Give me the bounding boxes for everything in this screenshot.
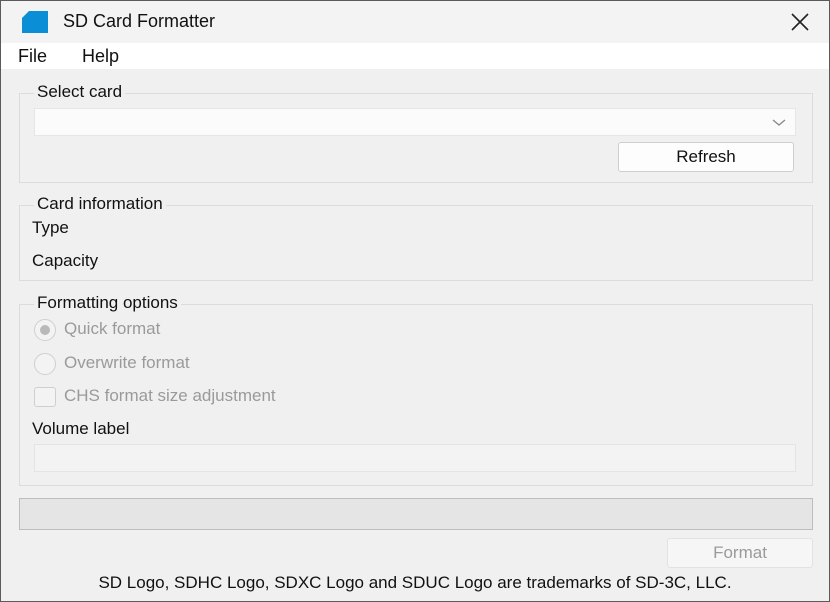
- menu-file[interactable]: File: [18, 46, 47, 67]
- chs-adjust-checkbox[interactable]: [34, 387, 56, 407]
- title-bar: SD Card Formatter: [1, 1, 829, 43]
- quick-format-radio[interactable]: [34, 319, 56, 341]
- card-information-group: Card information Type Capacity: [19, 194, 813, 281]
- trademark-footer: SD Logo, SDHC Logo, SDXC Logo and SDUC L…: [98, 573, 732, 592]
- menu-bar: File Help: [1, 43, 829, 69]
- close-button[interactable]: [771, 1, 829, 43]
- progress-bar: [19, 498, 813, 530]
- refresh-button[interactable]: Refresh: [618, 142, 794, 172]
- sd-card-formatter-window: SD Card Formatter File Help Select card …: [0, 0, 830, 602]
- select-card-group: Select card Refresh: [19, 82, 813, 183]
- window-title: SD Card Formatter: [63, 11, 216, 31]
- formatting-options-group: Formatting options Quick format Overwrit…: [19, 293, 813, 486]
- card-select-dropdown[interactable]: [34, 108, 796, 136]
- type-label: Type: [32, 218, 69, 237]
- format-button[interactable]: Format: [667, 538, 813, 568]
- chs-adjust-label: CHS format size adjustment: [64, 386, 276, 405]
- card-information-legend: Card information: [34, 194, 166, 214]
- menu-help[interactable]: Help: [82, 46, 119, 67]
- capacity-label: Capacity: [32, 251, 99, 270]
- volume-label-label: Volume label: [32, 419, 130, 438]
- chevron-down-icon: [772, 119, 786, 126]
- close-icon: [791, 13, 809, 31]
- volume-label-input[interactable]: [34, 444, 796, 472]
- overwrite-format-radio[interactable]: [34, 353, 56, 375]
- formatting-options-legend: Formatting options: [34, 293, 181, 313]
- sd-card-icon: [22, 11, 48, 33]
- overwrite-format-label: Overwrite format: [64, 353, 190, 372]
- select-card-legend: Select card: [34, 82, 126, 102]
- quick-format-label: Quick format: [64, 319, 161, 338]
